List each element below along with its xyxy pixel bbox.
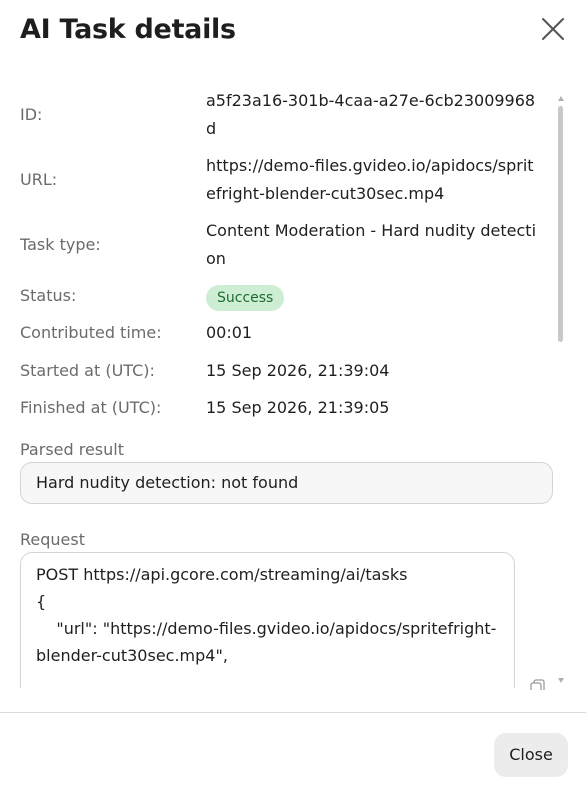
close-button[interactable]: Close <box>494 733 568 777</box>
dialog-title: AI Task details <box>20 14 236 45</box>
scroll-up-arrow[interactable] <box>558 96 564 101</box>
copy-icon[interactable] <box>530 678 548 690</box>
detail-row-finished-at: Finished at (UTC): 15 Sep 2026, 21:39:05 <box>20 394 540 422</box>
scrollbar-thumb[interactable] <box>558 106 563 342</box>
details-scroll-area[interactable]: ID: a5f23a16-301b-4caa-a27e-6cb23009968d… <box>0 86 586 688</box>
task-type-label: Task type: <box>20 235 101 254</box>
footer-divider <box>0 712 586 713</box>
detail-row-started-at: Started at (UTC): 15 Sep 2026, 21:39:04 <box>20 357 540 385</box>
finished-at-label: Finished at (UTC): <box>20 398 162 417</box>
request-line: POST https://api.gcore.com/streaming/ai/… <box>36 565 408 584</box>
parsed-result-value: Hard nudity detection: not found <box>36 473 299 492</box>
close-icon[interactable] <box>540 16 566 42</box>
detail-row-status: Status: Success <box>20 282 540 311</box>
detail-row-task-type: Task type: Content Moderation - Hard nud… <box>20 216 540 274</box>
parsed-result-field: Hard nudity detection: not found <box>20 462 553 504</box>
status-badge: Success <box>206 285 285 311</box>
detail-row-url: URL: https://demo-files.gvideo.io/apidoc… <box>20 152 540 210</box>
request-code-block[interactable]: POST https://api.gcore.com/streaming/ai/… <box>20 552 515 688</box>
started-at-value: 15 Sep 2026, 21:39:04 <box>206 361 390 380</box>
request-line: "url": "https://demo-files.gvideo.io/api… <box>36 619 497 665</box>
request-line: { <box>36 592 47 611</box>
contributed-time-value: 00:01 <box>206 323 253 342</box>
id-label: ID: <box>20 105 43 124</box>
scroll-down-arrow[interactable] <box>558 678 564 683</box>
finished-at-value: 15 Sep 2026, 21:39:05 <box>206 398 390 417</box>
detail-row-id: ID: a5f23a16-301b-4caa-a27e-6cb23009968d <box>20 86 540 144</box>
dialog-header: AI Task details <box>20 12 566 52</box>
started-at-label: Started at (UTC): <box>20 361 155 380</box>
task-type-value: Content Moderation - Hard nudity detecti… <box>206 221 537 268</box>
id-value: a5f23a16-301b-4caa-a27e-6cb23009968d <box>206 91 536 138</box>
contributed-time-label: Contributed time: <box>20 323 162 342</box>
request-label: Request <box>20 530 85 549</box>
url-label: URL: <box>20 170 58 189</box>
detail-row-contributed-time: Contributed time: 00:01 <box>20 319 540 347</box>
url-value: https://demo-files.gvideo.io/apidocs/spr… <box>206 156 534 203</box>
status-value-wrapper: Success <box>206 283 536 311</box>
parsed-result-label: Parsed result <box>20 440 124 459</box>
ai-task-details-dialog: AI Task details ID: a5f23a16-301b-4caa-a… <box>0 0 586 790</box>
status-label: Status: <box>20 286 77 305</box>
